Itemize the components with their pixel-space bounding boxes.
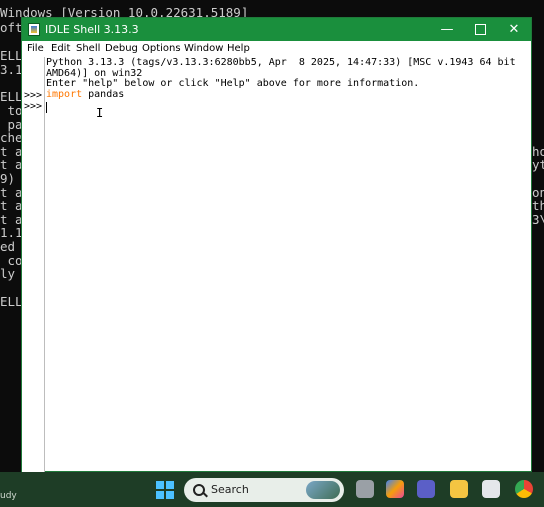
idle-shell-window[interactable]: IDLE Shell 3.13.3 — ✕ File Edit Shell De… bbox=[21, 17, 532, 472]
console-line: 1.1 bbox=[0, 225, 23, 240]
text-caret bbox=[46, 102, 47, 113]
maximize-icon bbox=[474, 24, 486, 35]
menu-bar: File Edit Shell Debug Options Window Hel… bbox=[22, 41, 531, 57]
console-line: ed bbox=[0, 239, 16, 254]
menu-edit[interactable]: Edit bbox=[51, 43, 70, 54]
search-icon bbox=[193, 484, 205, 496]
chrome-icon[interactable] bbox=[515, 480, 533, 498]
ibeam-cursor-icon: I bbox=[96, 106, 104, 120]
idle-app-icon bbox=[28, 23, 40, 36]
maximize-button[interactable] bbox=[463, 18, 497, 41]
shell-prompt: >>> bbox=[24, 90, 43, 101]
console-line: oft bbox=[0, 20, 23, 35]
input-text: pandas bbox=[82, 89, 125, 100]
input-line: import pandas bbox=[46, 89, 125, 101]
copilot-icon[interactable] bbox=[386, 480, 404, 498]
menu-options[interactable]: Options bbox=[142, 43, 181, 54]
console-line-right: 3\ bbox=[532, 212, 544, 227]
shell-prompt: >>> bbox=[24, 101, 43, 112]
search-highlight-image bbox=[306, 481, 340, 499]
window-title: IDLE Shell 3.13.3 bbox=[45, 23, 139, 36]
banner-line: Enter "help" below or click "Help" above… bbox=[46, 78, 420, 89]
file-explorer-icon[interactable] bbox=[450, 480, 468, 498]
keyword-import: import bbox=[46, 89, 83, 100]
vertical-scrollbar[interactable] bbox=[519, 57, 531, 471]
menu-file[interactable]: File bbox=[27, 43, 44, 54]
microsoft-store-icon[interactable] bbox=[482, 480, 500, 498]
console-line-right: th bbox=[532, 198, 544, 213]
title-bar[interactable]: IDLE Shell 3.13.3 — ✕ bbox=[22, 18, 531, 41]
console-line: to bbox=[0, 103, 23, 118]
console-line: t a bbox=[0, 157, 23, 172]
task-view-icon[interactable] bbox=[356, 480, 374, 498]
taskbar: udy Search bbox=[0, 472, 544, 507]
menu-help[interactable]: Help bbox=[227, 43, 250, 54]
taskbar-widget-text: udy bbox=[0, 491, 17, 501]
console-line-right: yt bbox=[532, 157, 544, 172]
console-line: t a bbox=[0, 198, 23, 213]
menu-shell[interactable]: Shell bbox=[76, 43, 100, 54]
menu-window[interactable]: Window bbox=[184, 43, 223, 54]
banner-line: Python 3.13.3 (tags/v3.13.3:6280bb5, Apr… bbox=[46, 57, 528, 68]
teams-icon[interactable] bbox=[417, 480, 435, 498]
prompt-gutter: >>> >>> bbox=[22, 57, 45, 472]
menu-debug[interactable]: Debug bbox=[105, 43, 138, 54]
shell-text-area[interactable]: Python 3.13.3 (tags/v3.13.3:6280bb5, Apr… bbox=[46, 57, 531, 471]
taskbar-search-box[interactable]: Search bbox=[184, 478, 344, 502]
minimize-button[interactable]: — bbox=[430, 18, 464, 41]
search-label: Search bbox=[211, 483, 249, 496]
close-button[interactable]: ✕ bbox=[497, 18, 531, 41]
console-line: 9) bbox=[0, 171, 16, 186]
start-button-windows-icon[interactable] bbox=[156, 481, 174, 499]
